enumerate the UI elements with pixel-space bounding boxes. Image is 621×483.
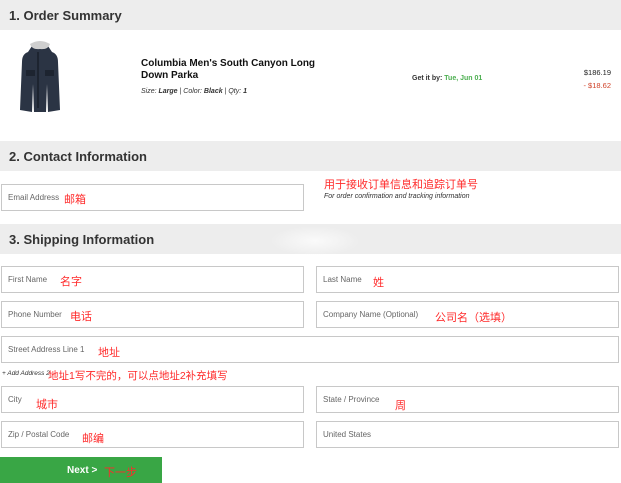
qty-label: | Qty: [224, 88, 242, 95]
order-summary-header: 1. Order Summary [0, 0, 621, 30]
last-name-field[interactable]: Last Name 姓 [316, 266, 619, 293]
company-annotation: 公司名（选填） [435, 312, 512, 324]
product-discount: - $18.62 [583, 81, 611, 90]
zip-field[interactable]: Zip / Postal Code 邮编 [1, 421, 304, 448]
state-select[interactable]: State / Province 周 [316, 386, 619, 413]
country-value: United States [323, 430, 372, 439]
get-it-date: Tue, Jun 01 [444, 75, 483, 82]
next-button[interactable]: Next > 下一步 [0, 457, 162, 483]
first-name-placeholder: First Name [8, 275, 48, 284]
add-address-annotation: 地址1写不完的，可以点地址2补充填写 [48, 370, 228, 382]
contact-header: 2. Contact Information [0, 141, 621, 171]
phone-placeholder: Phone Number [8, 310, 62, 319]
email-field[interactable]: Email Address 邮箱 [1, 184, 304, 211]
street-placeholder: Street Address Line 1 [8, 345, 85, 354]
parka-image [20, 41, 60, 112]
street-address-field[interactable]: Street Address Line 1 地址 [1, 336, 619, 363]
city-annotation: 城市 [36, 399, 58, 411]
company-field[interactable]: Company Name (Optional) 公司名（选填） [316, 301, 619, 328]
color-label: | Color: [179, 88, 202, 95]
state-placeholder: State / Province [323, 395, 380, 404]
company-placeholder: Company Name (Optional) [323, 310, 419, 319]
last-name-placeholder: Last Name [323, 275, 362, 284]
country-select[interactable]: United States [316, 421, 619, 448]
zip-placeholder: Zip / Postal Code [8, 430, 70, 439]
size-value: Large [158, 88, 178, 95]
product-name[interactable]: Columbia Men's South Canyon Long Down Pa… [141, 58, 341, 82]
city-placeholder: City [8, 395, 22, 404]
state-annotation: 周 [395, 400, 406, 412]
first-name-field[interactable]: First Name 名字 [1, 266, 304, 293]
phone-annotation: 电话 [70, 311, 92, 323]
qty-value: 1 [243, 88, 248, 95]
zip-annotation: 邮编 [82, 433, 104, 445]
delivery-estimate: Get it by: Tue, Jun 01 [412, 75, 482, 82]
next-button-label: Next > [67, 465, 98, 476]
email-annotation: 邮箱 [64, 194, 86, 206]
contact-note-en: For order confirmation and tracking info… [324, 193, 470, 200]
next-annotation: 下一步 [104, 467, 137, 479]
size-label: Size: [141, 88, 157, 95]
first-name-annotation: 名字 [60, 276, 82, 288]
contact-title: 2. Contact Information [9, 149, 147, 164]
product-meta: Size: Large | Color: Black | Qty: 1 [141, 88, 247, 95]
shipping-title: 3. Shipping Information [9, 232, 155, 247]
contact-note-cn: 用于接收订单信息和追踪订单号 [324, 179, 478, 191]
get-it-label: Get it by: [412, 75, 443, 82]
color-value: Black [203, 88, 223, 95]
add-address-2-link[interactable]: + Add Address 2 [2, 370, 50, 377]
product-price: $186.19 [583, 68, 611, 77]
city-field[interactable]: City 城市 [1, 386, 304, 413]
image-smudge [270, 226, 360, 256]
street-annotation: 地址 [98, 347, 120, 359]
last-name-annotation: 姓 [373, 277, 384, 289]
phone-field[interactable]: Phone Number 电话 [1, 301, 304, 328]
email-placeholder: Email Address [8, 193, 60, 202]
order-summary-title: 1. Order Summary [9, 8, 122, 23]
